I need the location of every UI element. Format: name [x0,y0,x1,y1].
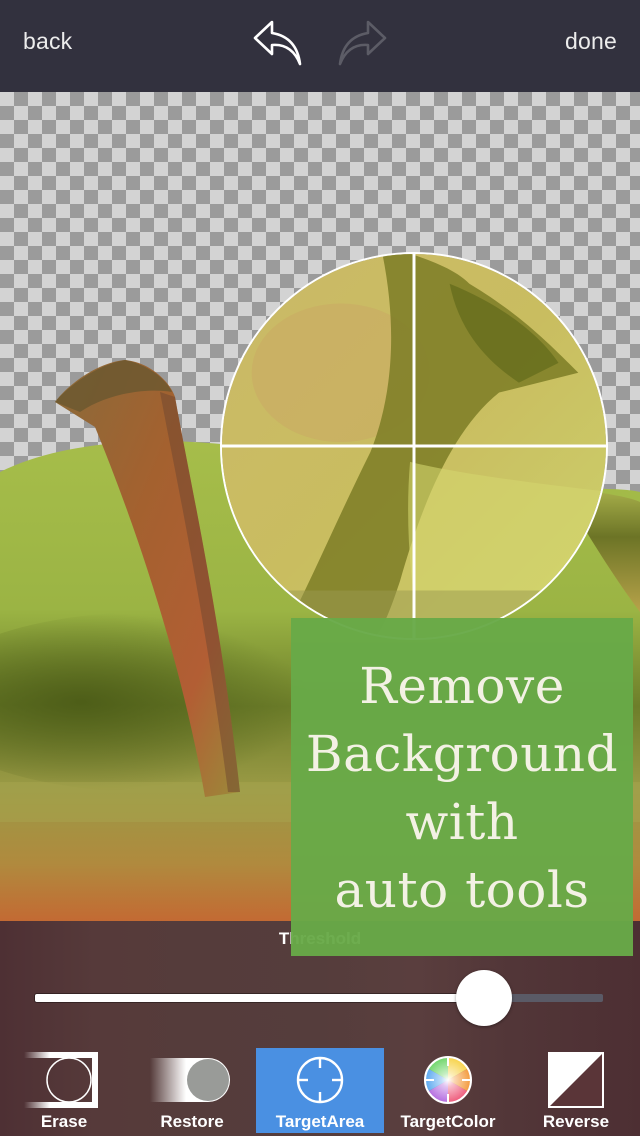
tool-bar: Erase Restore TargetArea TargetColor Rev… [0,1048,640,1136]
redo-arrow-icon [338,20,387,66]
target-color-wheel-icon [424,1056,472,1104]
promo-line-2: Background [305,725,619,783]
threshold-slider[interactable] [35,970,603,1026]
restore-icon [150,1058,230,1102]
promo-line-1: Remove [359,657,565,715]
target-area-crosshair-icon [296,1056,344,1104]
tool-target-color-label: TargetColor [400,1112,496,1131]
slider-thumb[interactable] [455,970,512,1026]
promo-banner: Remove Background with auto tools [291,618,633,956]
tool-erase[interactable]: Erase [0,1048,128,1133]
magnified-region [222,254,606,638]
tool-reverse-label: Reverse [542,1112,610,1131]
tool-target-color[interactable]: TargetColor [384,1048,512,1133]
redo-button[interactable] [332,18,390,68]
promo-line-3: with [405,793,519,851]
tool-erase-label: Erase [40,1112,88,1131]
erase-icon [24,1052,98,1108]
reverse-icon [548,1052,604,1108]
tool-restore[interactable]: Restore [128,1048,256,1133]
tool-target-area-label: TargetArea [275,1112,365,1131]
tool-reverse[interactable]: Reverse [512,1048,640,1133]
undo-button[interactable] [250,18,308,68]
tool-target-area[interactable]: TargetArea [256,1048,384,1133]
tool-restore-label: Restore [160,1112,224,1131]
top-navigation-bar: back done [0,0,640,92]
promo-line-4: auto tools [334,861,590,919]
done-button[interactable]: done [565,28,617,55]
slider-fill [35,994,484,1002]
magnifier-loupe [220,252,608,640]
back-button[interactable]: back [23,28,72,55]
undo-arrow-icon [253,20,302,66]
